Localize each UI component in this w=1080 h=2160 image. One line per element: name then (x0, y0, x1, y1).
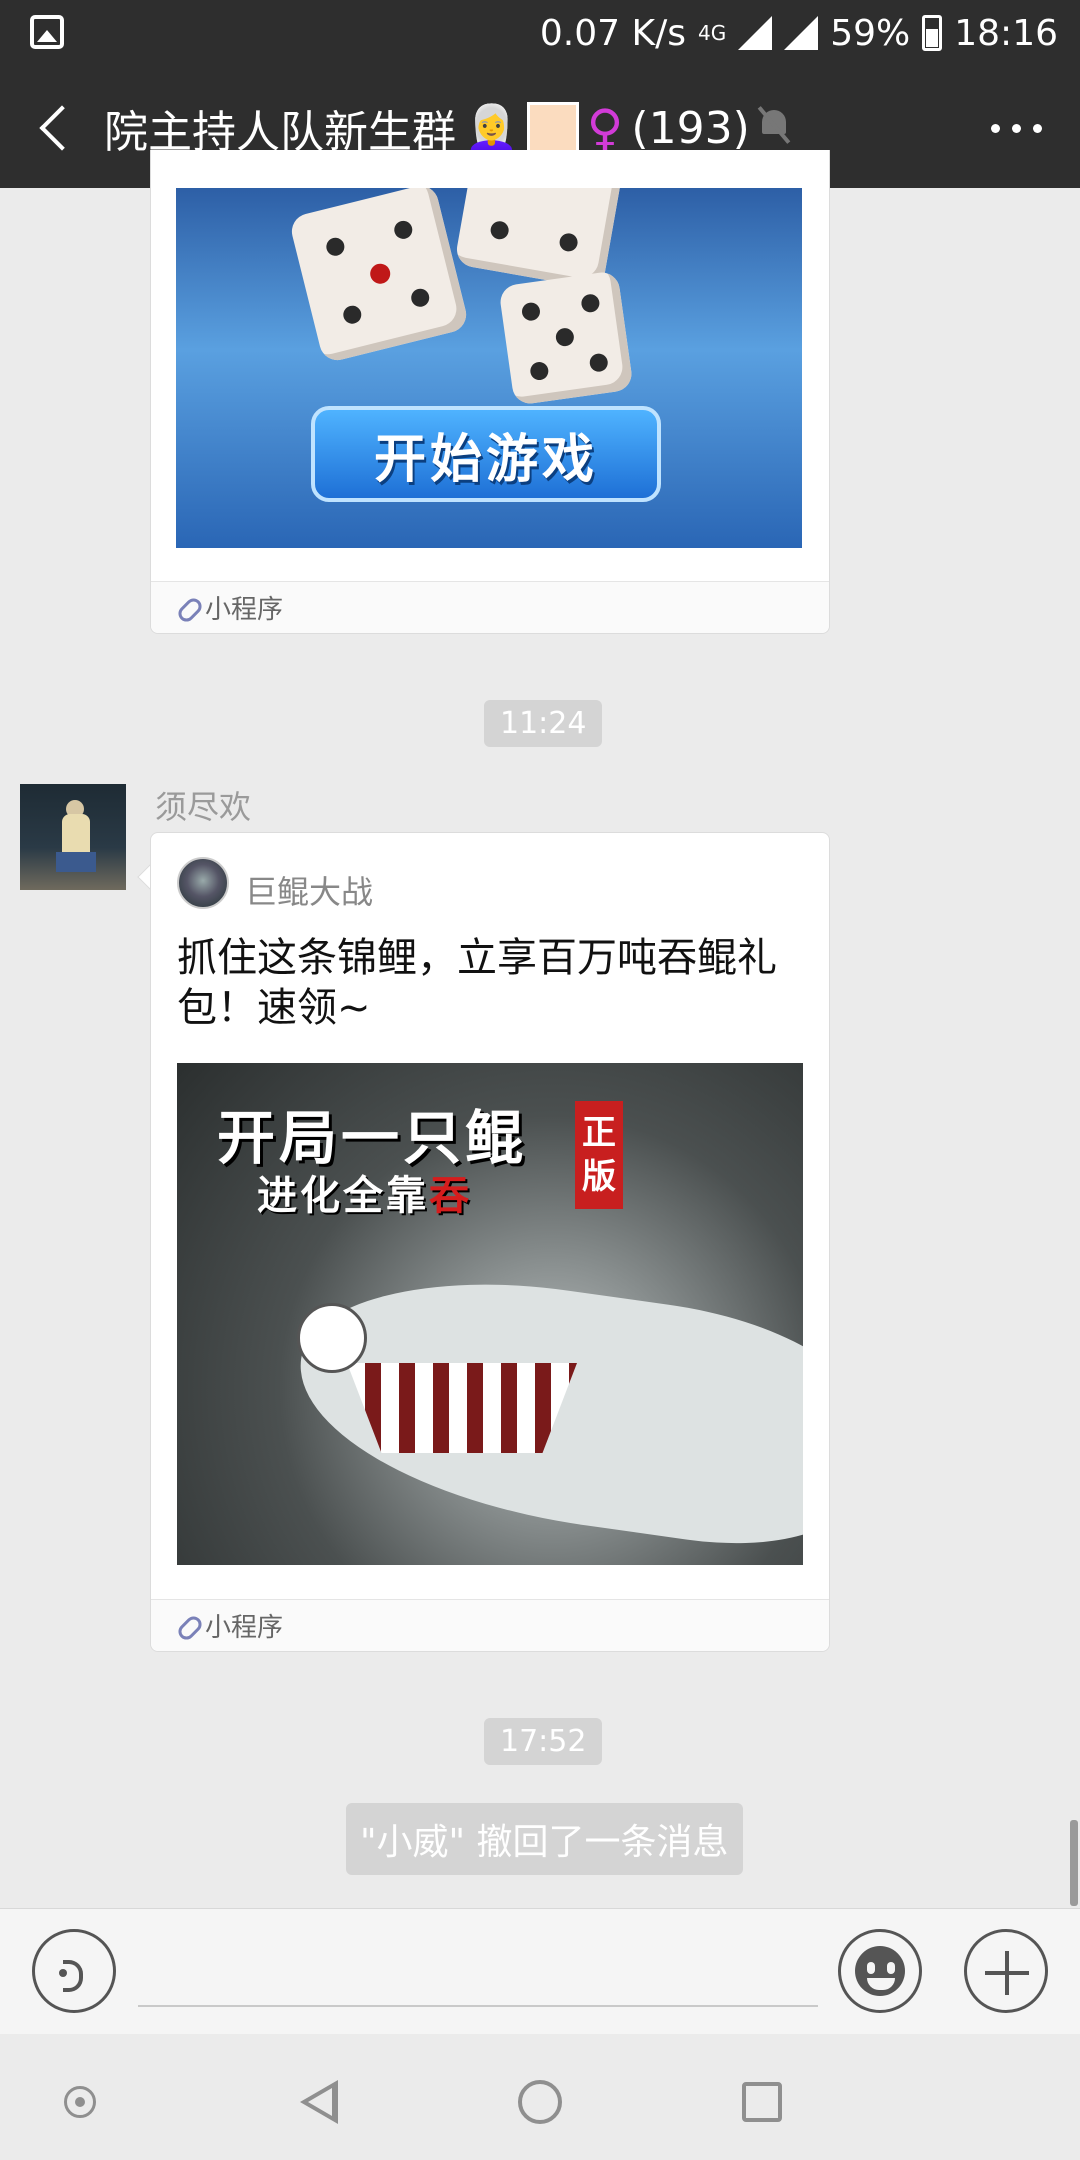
network-type: 4G (698, 21, 727, 45)
battery-icon (922, 15, 943, 51)
avatar[interactable] (20, 784, 126, 890)
signal-icon (738, 16, 773, 50)
timestamp: 11:24 (484, 700, 603, 747)
more-icon[interactable] (991, 124, 1042, 133)
mini-program-label: 小程序 (205, 595, 284, 625)
link-icon (175, 596, 199, 620)
start-game-button: 开始游戏 (311, 406, 661, 502)
female-symbol-icon: ♀ (586, 99, 624, 157)
image-icon (30, 15, 64, 49)
sysnav-back-icon[interactable] (296, 2078, 344, 2126)
sysnav-home-icon[interactable] (518, 2080, 562, 2124)
clock: 18:16 (954, 12, 1058, 54)
mini-program-footer: 小程序 (151, 1599, 829, 1651)
die-icon (498, 270, 634, 406)
shark-banner-image: 开局一只鲲 进化全靠吞 正版 (177, 1063, 803, 1565)
app-name: 巨鲲大战 (245, 873, 374, 911)
system-nav-bar (0, 2034, 1080, 2160)
message-input[interactable] (138, 1937, 818, 2007)
mute-icon (754, 104, 794, 148)
sender-name: 须尽欢 (155, 788, 252, 826)
timestamp: 17:52 (484, 1718, 603, 1765)
status-right: 0.07 K/s 4G 59% 18:16 (540, 10, 1058, 56)
emoji-icon[interactable] (838, 1929, 922, 2013)
die-icon (288, 188, 470, 364)
mini-program-label: 小程序 (205, 1613, 284, 1643)
voice-icon[interactable] (32, 1929, 116, 2013)
emoji-woman-icon: 👩‍🦳 (464, 103, 519, 154)
mini-program-card[interactable]: 巨鲲大战 抓住这条锦鲤，立享百万吨吞鲲礼包！速领~ 开局一只鲲 进化全靠吞 正版… (150, 832, 830, 1652)
plus-icon[interactable] (964, 1929, 1048, 2013)
scrollbar[interactable] (1070, 1820, 1078, 1906)
game-banner-image[interactable]: 开始游戏 (176, 188, 802, 548)
skin-tone-icon (526, 102, 579, 154)
mini-program-footer: 小程序 (151, 581, 829, 633)
recall-notice: "小威" 撤回了一条消息 (346, 1803, 743, 1875)
input-bar (0, 1908, 1080, 2034)
sysnav-recent-icon[interactable] (742, 2082, 782, 2122)
official-seal: 正版 (575, 1101, 623, 1209)
assistant-icon[interactable] (64, 2086, 96, 2118)
status-bar: 0.07 K/s 4G 59% 18:16 (0, 0, 1080, 66)
back-icon[interactable] (30, 96, 90, 156)
card-title: 抓住这条锦鲤，立享百万吨吞鲲礼包！速领~ (177, 935, 777, 1031)
banner-subline: 进化全靠吞 (257, 1173, 472, 1219)
signal-icon (784, 16, 819, 50)
network-speed: 0.07 K/s (539, 12, 686, 54)
app-logo-icon (177, 857, 229, 909)
member-count: (193) (631, 102, 750, 154)
battery-percent: 59% (830, 12, 911, 54)
link-icon (175, 1614, 199, 1638)
